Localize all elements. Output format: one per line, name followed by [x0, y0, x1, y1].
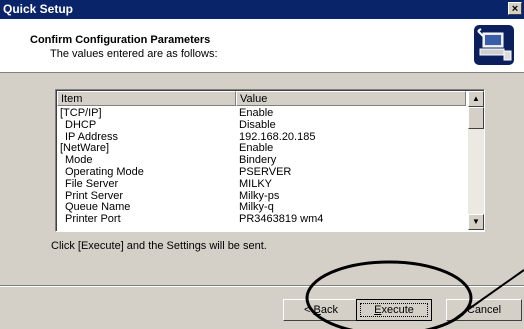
row-item: [NetWare] — [60, 142, 110, 155]
row-value: 192.168.20.185 — [239, 130, 316, 143]
list-row[interactable]: Operating Mode PSERVER — [57, 166, 467, 178]
back-button[interactable]: < Back — [283, 299, 359, 321]
list-row[interactable]: [TCP/IP] Enable — [57, 107, 467, 119]
row-item: [TCP/IP] — [60, 107, 102, 119]
separator-highlight — [0, 286, 524, 287]
row-item: Operating Mode — [65, 165, 144, 178]
scroll-down-icon[interactable]: ▼ — [468, 214, 484, 230]
row-value: Disable — [239, 118, 276, 131]
row-value: PR3463819 wm4 — [239, 213, 324, 226]
row-item: File Server — [65, 177, 119, 190]
list-row[interactable]: Queue Name Milky-q — [57, 201, 467, 213]
back-mnemonic: B — [313, 304, 321, 316]
execute-hint: Click [Execute] and the Settings will be… — [51, 240, 267, 252]
wizard-header: Confirm Configuration Parameters The val… — [0, 19, 524, 73]
row-item: DHCP — [65, 118, 97, 131]
scroll-up-icon[interactable]: ▲ — [468, 91, 484, 107]
row-value: Milky-ps — [239, 189, 280, 202]
row-value: Enable — [239, 107, 274, 119]
row-value: Bindery — [239, 154, 277, 167]
header-subtitle: The values entered are as follows: — [50, 48, 218, 60]
row-value: Milky-q — [239, 201, 274, 214]
row-item: Printer Port — [65, 213, 121, 226]
row-value: Enable — [239, 142, 274, 155]
title-bar[interactable]: Quick Setup × — [0, 0, 524, 19]
scroll-thumb[interactable] — [468, 107, 484, 129]
header-title: Confirm Configuration Parameters — [30, 34, 211, 46]
row-item: Queue Name — [65, 201, 131, 214]
vertical-scrollbar[interactable]: ▲ ▼ — [468, 91, 484, 230]
execute-label-rest: xecute — [381, 304, 414, 316]
list-row[interactable]: IP Address 192.168.20.185 — [57, 131, 467, 143]
back-label-rest: ack — [320, 304, 338, 316]
close-icon[interactable]: × — [508, 2, 522, 15]
focus-rect: Execute — [360, 303, 428, 317]
list-row[interactable]: [NetWare] Enable — [57, 142, 467, 154]
list-row[interactable]: Mode Bindery — [57, 154, 467, 166]
column-header-item[interactable]: Item — [57, 91, 236, 106]
column-header-value[interactable]: Value — [236, 91, 466, 106]
config-list[interactable]: Item Value [TCP/IP] Enable DHCP Disable IP A… — [55, 89, 485, 232]
back-prefix: < — [304, 304, 314, 316]
list-row[interactable]: File Server MILKY — [57, 178, 467, 190]
row-value: MILKY — [239, 177, 273, 190]
list-row[interactable]: Print Server Milky-ps — [57, 190, 467, 202]
list-row[interactable]: Printer Port PR3463819 wm4 — [57, 213, 467, 225]
row-value: PSERVER — [239, 165, 292, 178]
wizard-computer-icon — [474, 25, 514, 65]
cancel-button[interactable]: Cancel — [446, 299, 522, 321]
list-row[interactable]: DHCP Disable — [57, 119, 467, 131]
execute-button[interactable]: Execute — [356, 299, 432, 321]
window-title: Quick Setup — [3, 2, 74, 16]
row-item: Mode — [65, 154, 93, 167]
row-item: IP Address — [65, 130, 118, 143]
list-rows: [TCP/IP] Enable DHCP Disable IP Address 192.1… — [57, 107, 467, 225]
row-item: Print Server — [65, 189, 124, 202]
